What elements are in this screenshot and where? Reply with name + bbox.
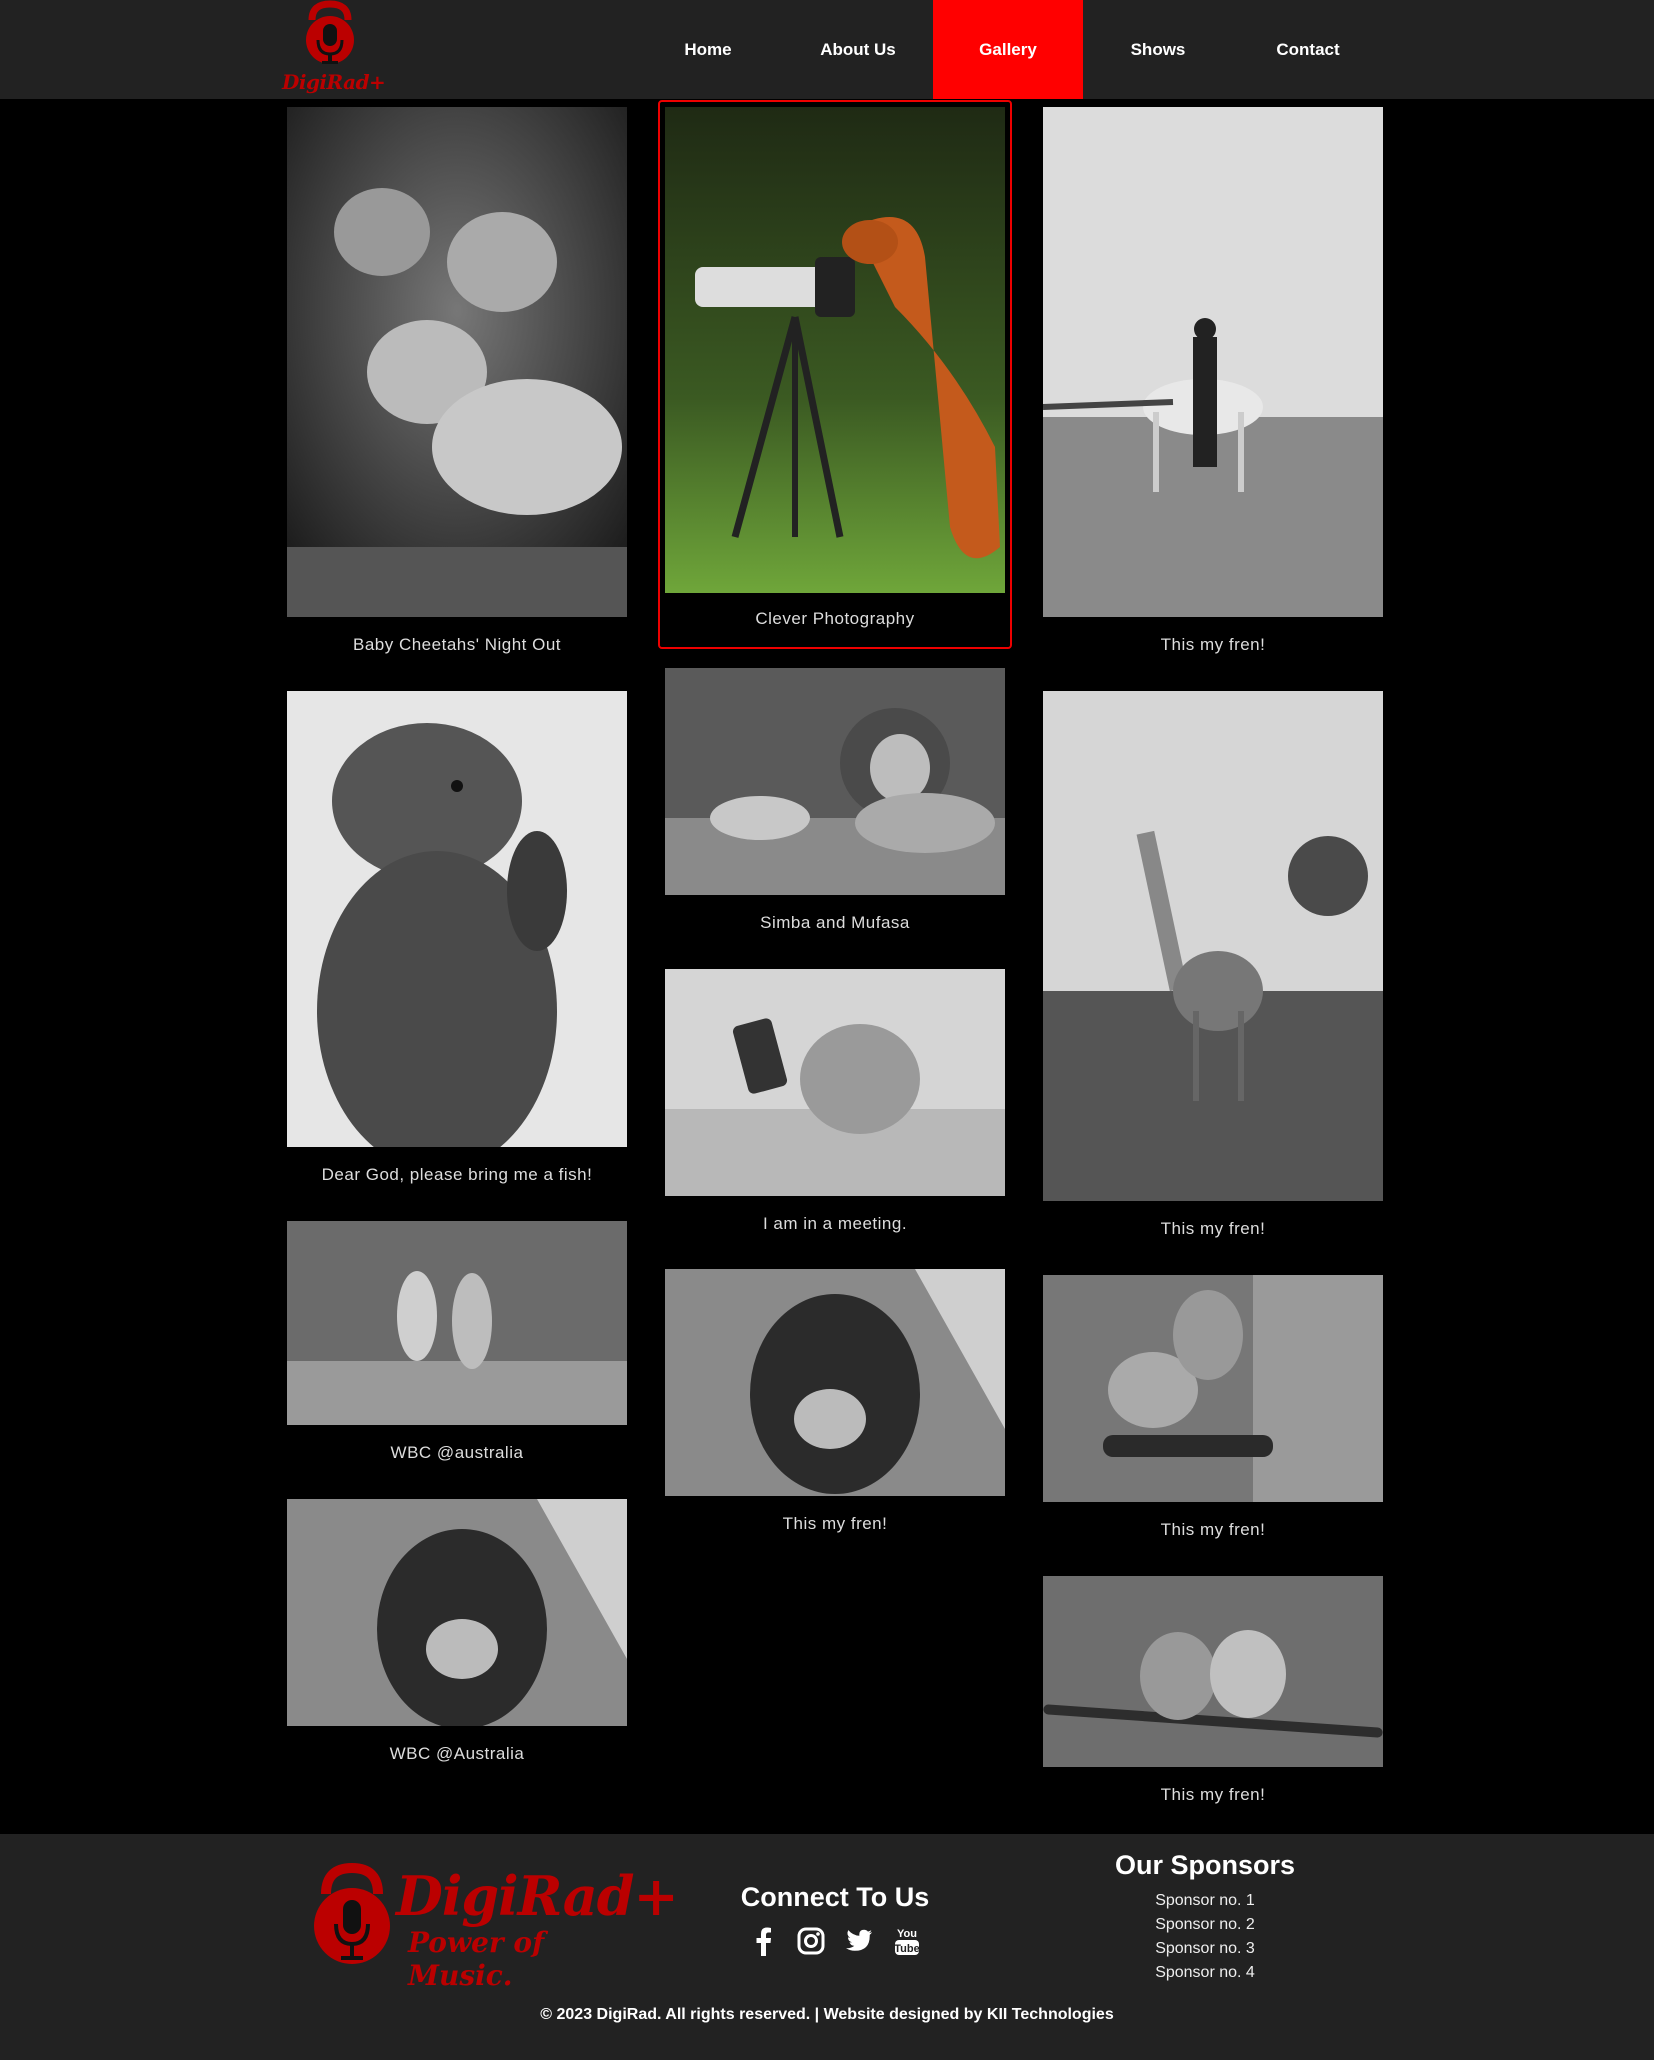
gallery-caption: This my fren! xyxy=(1160,1785,1266,1804)
dog-closeup-photo xyxy=(665,1269,1005,1496)
navbar: DigiRad+ Home About Us Gallery Shows Con… xyxy=(0,0,1654,99)
gallery-item[interactable]: WBC @Australia xyxy=(287,1499,627,1764)
gallery-caption: I am in a meeting. xyxy=(762,1214,908,1233)
sponsors-section: Our Sponsors Sponsor no. 1 Sponsor no. 2… xyxy=(1080,1850,1330,1985)
nav-gallery[interactable]: Gallery xyxy=(933,0,1083,99)
gallery-item[interactable]: Dear God, please bring me a fish! xyxy=(287,691,627,1185)
sponsors-list: Sponsor no. 1 Sponsor no. 2 Sponsor no. … xyxy=(1080,1889,1330,1985)
lions-resting-photo xyxy=(665,668,1005,895)
gallery-item[interactable]: This my fren! xyxy=(1043,1275,1383,1540)
brand-logo[interactable]: DigiRad+ xyxy=(282,0,386,96)
kangaroos-boxing-photo xyxy=(287,1221,627,1425)
footer-logo[interactable]: DigiRad+ Power of Music. xyxy=(300,1860,679,1992)
gallery-item-selected[interactable]: Clever Photography xyxy=(658,100,1012,649)
svg-text:You: You xyxy=(897,1928,917,1940)
fox-with-camera-photo xyxy=(665,107,1005,593)
nav-home[interactable]: Home xyxy=(633,0,783,99)
cheetah-cubs-photo xyxy=(287,107,627,617)
copyright-text: © 2023 DigiRad. All rights reserved. | W… xyxy=(540,2006,1114,2023)
main-nav: Home About Us Gallery Shows Contact xyxy=(633,0,1383,99)
svg-text:Tube: Tube xyxy=(894,1943,919,1955)
footer-brand-name: DigiRad+ xyxy=(396,1864,679,1928)
gallery-caption: Dear God, please bring me a fish! xyxy=(321,1165,593,1184)
gallery-caption: This my fren! xyxy=(782,1514,888,1533)
otter-praying-photo xyxy=(287,691,627,1147)
sponsor-item[interactable]: Sponsor no. 1 xyxy=(1080,1889,1330,1913)
sponsor-item[interactable]: Sponsor no. 2 xyxy=(1080,1913,1330,1937)
brand-logo-text: DigiRad+ xyxy=(282,70,386,94)
gallery-caption: This my fren! xyxy=(1160,1520,1266,1539)
man-with-horse-photo xyxy=(1043,107,1383,617)
birds-kissing-photo xyxy=(1043,1576,1383,1767)
gallery-caption: This my fren! xyxy=(1160,1219,1266,1238)
footer-brand-tagline: Power of Music. xyxy=(408,1926,545,1992)
social-links: You Tube xyxy=(700,1927,970,1956)
gallery-caption: WBC @Australia xyxy=(389,1744,525,1763)
gallery-item[interactable]: This my fren! xyxy=(1043,107,1383,655)
instagram-icon[interactable] xyxy=(797,1927,825,1955)
gallery-caption: Baby Cheetahs' Night Out xyxy=(352,635,562,654)
gallery-caption: This my fren! xyxy=(1160,635,1266,654)
squirrel-on-feeder-photo xyxy=(1043,1275,1383,1502)
youtube-icon[interactable]: You Tube xyxy=(893,1927,921,1955)
kettlebell-microphone-icon xyxy=(314,1862,390,1964)
gallery-item[interactable]: This my fren! xyxy=(1043,691,1383,1239)
footer: DigiRad+ Power of Music. Connect To Us Y… xyxy=(0,1834,1654,2060)
nav-contact[interactable]: Contact xyxy=(1233,0,1383,99)
kettlebell-microphone-icon xyxy=(306,0,354,64)
dog-closeup-photo-2 xyxy=(287,1499,627,1726)
gallery-caption: Simba and Mufasa xyxy=(760,913,910,932)
gallery-caption: Clever Photography xyxy=(755,609,915,628)
gallery-item[interactable]: This my fren! xyxy=(1043,1576,1383,1805)
sponsors-title: Our Sponsors xyxy=(1114,1850,1296,1880)
monkey-with-phone-photo xyxy=(665,969,1005,1196)
connect-section: Connect To Us You Tube xyxy=(700,1882,970,1956)
facebook-icon[interactable] xyxy=(749,1927,777,1956)
gallery-item[interactable]: This my fren! xyxy=(665,1269,1005,1534)
twitter-icon[interactable] xyxy=(845,1927,873,1955)
gallery-item[interactable]: WBC @australia xyxy=(287,1221,627,1463)
giraffes-photo xyxy=(1043,691,1383,1201)
nav-shows[interactable]: Shows xyxy=(1083,0,1233,99)
gallery-item[interactable]: Simba and Mufasa xyxy=(665,668,1005,933)
gallery-item[interactable]: I am in a meeting. xyxy=(665,969,1005,1234)
nav-about-us[interactable]: About Us xyxy=(783,0,933,99)
gallery-caption: WBC @australia xyxy=(390,1443,524,1462)
sponsor-item[interactable]: Sponsor no. 3 xyxy=(1080,1937,1330,1961)
connect-title: Connect To Us xyxy=(740,1882,930,1912)
sponsor-item[interactable]: Sponsor no. 4 xyxy=(1080,1961,1330,1985)
gallery-item[interactable]: Baby Cheetahs' Night Out xyxy=(287,107,627,655)
